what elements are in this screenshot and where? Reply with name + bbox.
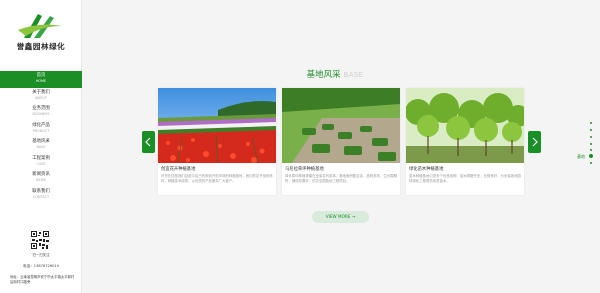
nav-item-label: 关于我们 xyxy=(32,89,50,95)
chevron-left-icon xyxy=(145,137,151,147)
card-description: 绿化草坪种植规模在全省名列前茅，基地面积数百亩，品种多样，生长周期短，铺设效果好… xyxy=(285,174,397,184)
card-description: 苗木种植基地引进多个优良品种，苗木规格齐全，长势良好，为全省各地园林绿化工程提供… xyxy=(409,174,521,184)
section-title: 基地风采 BASE xyxy=(290,68,380,80)
nav-item-label: 首页 xyxy=(36,73,46,78)
nav-item-label: 业务范围 xyxy=(32,106,50,111)
chevron-right-icon xyxy=(532,137,538,147)
side-dot[interactable] xyxy=(590,149,592,151)
address-text: 地址：云南省昆明市安宁市太平镇太平新村后街村口路旁 xyxy=(10,275,75,284)
base-card-flowers[interactable]: 创造花卉种植基地 好货在线是我们目前今后已有规划开拓市场的种植基地，我们的花卉品… xyxy=(158,88,276,195)
nav-item-label: 基地风采 xyxy=(32,139,50,144)
card-image xyxy=(406,88,524,163)
nav-item-case[interactable]: 工程案例 CASE xyxy=(0,154,82,171)
nav-item-sublabel: BASE xyxy=(36,145,46,149)
card-title: 绿化苗木种植基地 xyxy=(409,167,444,172)
nav-item-label: 工程案例 xyxy=(32,155,50,161)
nav-item-sublabel: CONTACT xyxy=(32,194,50,199)
card-title: 创造花卉种植基地 xyxy=(161,167,196,172)
section-title-en: BASE xyxy=(343,71,364,79)
qr-code-icon xyxy=(30,230,50,250)
side-dot-active[interactable] xyxy=(589,154,593,158)
phone-text: 电话：13676726014 xyxy=(23,264,59,268)
base-card-turf[interactable]: 马尼拉草坪种植基地 绿化草坪种植规模在全省名列前茅，基地面积数百亩，品种多样，生… xyxy=(282,88,400,195)
main-nav: 首页 HOME 关于我们 ABOUT 业务范围 BUSINESS 绿化产品 PR… xyxy=(0,71,82,203)
nav-item-sublabel: PRODUCT xyxy=(32,128,50,133)
nav-item-sublabel: ABOUT xyxy=(35,95,47,100)
nav-item-product[interactable]: 绿化产品 PRODUCT xyxy=(0,121,82,138)
nav-item-news[interactable]: 新闻资讯 NEWS xyxy=(0,170,82,187)
carousel-next-button[interactable] xyxy=(528,131,541,153)
section-title-zh: 基地风采 xyxy=(306,70,341,80)
nav-item-sublabel: CASE xyxy=(36,161,46,166)
side-dot[interactable] xyxy=(590,136,592,138)
flower-field-image xyxy=(158,88,276,163)
brand-name: 誉鑫园林绿化 xyxy=(16,42,66,51)
nav-item-label: 绿化产品 xyxy=(32,122,50,128)
card-description: 好货在线是我们目前今后已有规划开拓市场的种植基地，我们的花卉品种多样，种植技术成… xyxy=(161,174,273,184)
page: 誉鑫园林绿化 首页 HOME 关于我们 ABOUT 业务范围 BUSINESS … xyxy=(0,0,600,293)
side-dot-label: 基地 xyxy=(577,154,585,159)
nav-item-home[interactable]: 首页 HOME xyxy=(0,71,82,88)
nav-item-label: 联系我们 xyxy=(32,188,50,194)
nav-item-base[interactable]: 基地风采 BASE xyxy=(0,137,82,154)
nav-item-contact[interactable]: 联系我们 CONTACT xyxy=(0,187,82,204)
turf-field-image xyxy=(282,88,400,163)
view-more-button[interactable]: VIEW MORE → xyxy=(312,211,369,223)
nav-item-sublabel: BUSINESS xyxy=(32,112,50,116)
side-dot[interactable] xyxy=(590,129,592,131)
nav-item-sublabel: HOME xyxy=(35,79,47,83)
side-dot[interactable] xyxy=(590,162,592,164)
card-image xyxy=(158,88,276,163)
side-dot[interactable] xyxy=(590,143,592,145)
nav-item-business[interactable]: 业务范围 BUSINESS xyxy=(0,104,82,121)
side-dot[interactable] xyxy=(590,122,592,124)
carousel-prev-button[interactable] xyxy=(142,131,155,153)
sidebar: 誉鑫园林绿化 首页 HOME 关于我们 ABOUT 业务范围 BUSINESS … xyxy=(0,0,82,293)
nursery-trees-image xyxy=(406,88,524,163)
nav-item-sublabel: NEWS xyxy=(35,178,47,182)
card-image xyxy=(282,88,400,163)
base-card-nursery[interactable]: 绿化苗木种植基地 苗木种植基地引进多个优良品种，苗木规格齐全，长势良好，为全省各… xyxy=(406,88,524,195)
logo-icon xyxy=(18,14,62,38)
nav-item-label: 新闻资讯 xyxy=(32,172,50,177)
nav-item-about[interactable]: 关于我们 ABOUT xyxy=(0,88,82,105)
card-title: 马尼拉草坪种植基地 xyxy=(285,167,324,172)
qr-label: 扫一扫关注 xyxy=(32,253,50,257)
